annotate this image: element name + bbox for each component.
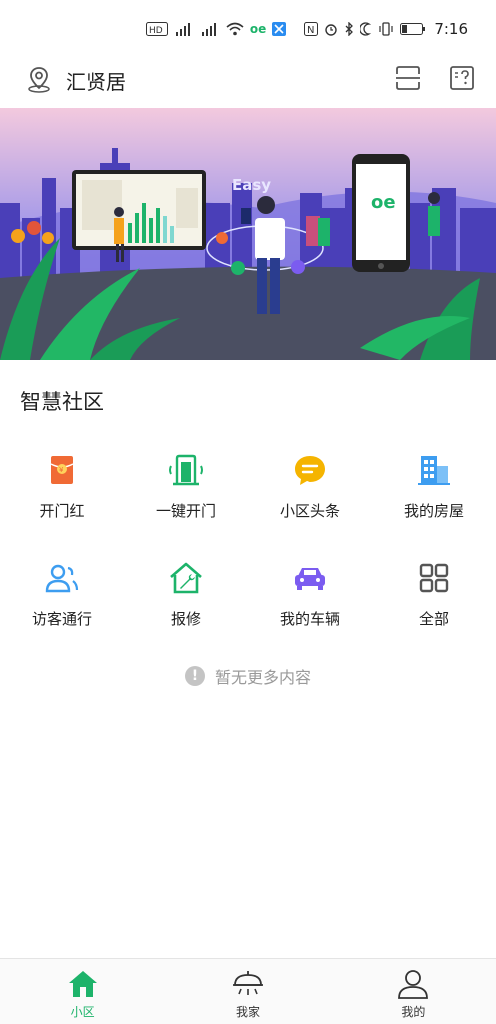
- location-pin-icon[interactable]: [24, 64, 54, 94]
- feature-label: 全部: [418, 610, 449, 628]
- feature-my-house[interactable]: 我的房屋: [372, 442, 496, 550]
- signal-3g-icon: [175, 23, 190, 36]
- feature-visitor-pass[interactable]: 访客通行: [0, 550, 124, 658]
- header-bar: 汇贤居: [0, 58, 496, 108]
- bluetooth-icon: [345, 22, 354, 36]
- hd-icon: HD: [145, 22, 168, 36]
- feature-label: 我的房屋: [403, 502, 464, 520]
- banner-illustration: oe Easy: [0, 108, 496, 360]
- signal-4g-icon: [201, 23, 216, 36]
- home-icon: [68, 971, 97, 997]
- red-envelope-icon: ¥: [50, 456, 74, 484]
- building-icon: [418, 456, 450, 485]
- empty-hint-text: 暂无更多内容: [214, 668, 311, 687]
- status-icons: HD oe: [145, 22, 287, 36]
- feature-label: 一键开门: [155, 502, 216, 520]
- feature-label: 开门红: [39, 502, 85, 520]
- tab-label: 小区: [70, 1005, 95, 1019]
- feature-community-news[interactable]: 小区头条: [248, 442, 372, 550]
- user-icon: [398, 970, 429, 999]
- feature-kaimenhong[interactable]: ¥ 开门红: [0, 442, 124, 550]
- door-open-icon: [169, 454, 203, 486]
- all-grid-icon: [419, 563, 449, 593]
- banner-brand-mark: oe: [371, 192, 396, 213]
- info-icon: !: [184, 666, 205, 686]
- vibrate-icon: [379, 22, 393, 36]
- feature-row-2: 访客通行 报修 我的车辆 全部: [0, 550, 496, 658]
- tab-label: 我的: [401, 1005, 426, 1019]
- svg-text:¥: ¥: [59, 466, 64, 474]
- status-right-icons: N: [304, 22, 426, 36]
- feature-label: 访客通行: [31, 610, 92, 628]
- promo-banner[interactable]: oe Easy: [0, 108, 496, 360]
- car-icon: [295, 568, 325, 590]
- status-time: 7:16: [434, 20, 468, 38]
- feature-grid: ¥ 开门红 一键开门 小区头条 我的房屋 访客通行 报修 我的车辆 全部: [0, 442, 496, 658]
- svg-text:HD: HD: [149, 26, 163, 36]
- oe-app-icon: oe: [249, 22, 267, 36]
- feature-one-key-open[interactable]: 一键开门: [124, 442, 248, 550]
- empty-hint: ! 暂无更多内容: [0, 664, 496, 688]
- alarm-icon: [325, 24, 338, 36]
- status-bar: HD oe N 7:16: [0, 0, 496, 58]
- app-notify-icon: [272, 22, 287, 36]
- tab-my-home[interactable]: 我家: [165, 959, 330, 1024]
- nfc-icon: N: [304, 22, 319, 36]
- tab-mine[interactable]: 我的: [331, 959, 496, 1024]
- news-bubble-icon: [295, 456, 325, 485]
- bottom-tab-bar: 小区 我家 我的: [0, 958, 496, 1024]
- feature-label: 我的车辆: [279, 610, 340, 628]
- feature-my-vehicle[interactable]: 我的车辆: [248, 550, 372, 658]
- scan-icon[interactable]: [394, 64, 422, 92]
- battery-icon: [400, 23, 426, 35]
- visitor-icon: [45, 564, 79, 593]
- community-title[interactable]: 汇贤居: [66, 66, 126, 95]
- help-icon[interactable]: [448, 64, 476, 92]
- feature-label: 报修: [170, 610, 201, 628]
- repair-house-icon: [170, 562, 202, 594]
- banner-logo-text: Easy: [232, 176, 271, 194]
- feature-repair[interactable]: 报修: [124, 550, 248, 658]
- section-title: 智慧社区: [20, 390, 104, 414]
- feature-all[interactable]: 全部: [372, 550, 496, 658]
- feature-row-1: ¥ 开门红 一键开门 小区头条 我的房屋: [0, 442, 496, 550]
- svg-text:N: N: [307, 25, 314, 36]
- wifi-icon: [226, 22, 244, 36]
- feature-label: 小区头条: [279, 502, 340, 520]
- tab-community[interactable]: 小区: [0, 959, 165, 1024]
- moon-icon: [360, 22, 372, 36]
- smart-home-icon: [232, 971, 263, 995]
- tab-label: 我家: [235, 1005, 260, 1019]
